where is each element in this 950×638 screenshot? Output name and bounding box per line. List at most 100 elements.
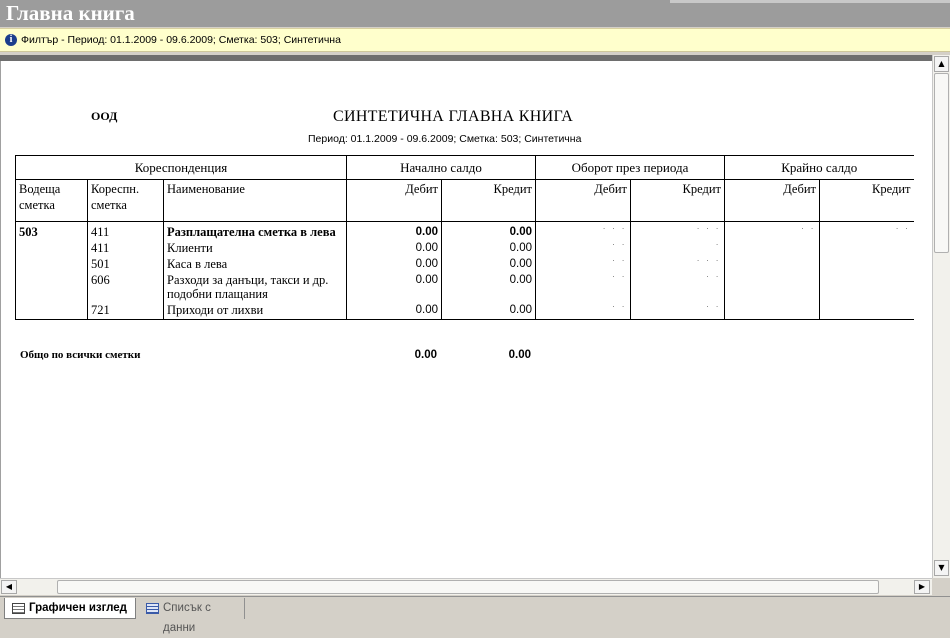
redacted-value: ˙ ˙ (612, 275, 627, 285)
report-title: СИНТЕТИЧНА ГЛАВНА КНИГА (333, 108, 574, 125)
lead-account-cell: 503 (15, 221, 88, 240)
redacted-value: ˙ ˙ (706, 275, 721, 285)
opening-credit-cell: 0.00 (441, 256, 536, 272)
turnover-credit-cell: ˙ ˙ (630, 302, 725, 320)
redacted-value: ˙ ˙ (612, 259, 627, 269)
closing-credit-cell (819, 302, 914, 320)
report-subtitle: Период: 01.1.2009 - 09.6.2009; Сметка: 5… (308, 133, 582, 145)
col-turnover-debit: Дебит (535, 179, 631, 222)
col-lead-account: Водеща сметка (15, 179, 88, 222)
lead-account-cell (15, 256, 88, 272)
vertical-scrollbar[interactable]: ▲ ▼ (932, 55, 950, 578)
closing-debit-cell: ˙ ˙ (724, 221, 820, 240)
lead-account-cell (15, 240, 88, 256)
company-name: ООД (91, 109, 118, 123)
closing-debit-cell (724, 240, 820, 256)
account-name-cell: Разходи за данъци, такси и др. подобни п… (163, 272, 347, 302)
title-bar: Главна книга (0, 0, 950, 27)
redacted-value: ˙ ˙ (896, 227, 911, 237)
grid-list-icon (146, 603, 159, 614)
redacted-value: ˙ ˙ ˙ (697, 227, 721, 237)
header-turnover: Оборот през периода (535, 155, 725, 180)
ledger-table: Кореспонденция Начално салдо Оборот през… (15, 155, 914, 320)
turnover-credit-cell: ˙ ˙ ˙ (630, 221, 725, 240)
closing-debit-cell (724, 256, 820, 272)
redacted-value: ˙ ˙ (612, 305, 627, 315)
corr-account-cell: 721 (87, 302, 164, 320)
header-opening-balance: Начално салдо (346, 155, 536, 180)
col-opening-credit: Кредит (441, 179, 536, 222)
total-opening-credit: 0.00 (508, 349, 531, 361)
account-name-cell: Разплащателна сметка в лева (163, 221, 347, 240)
opening-debit-cell: 0.00 (346, 240, 442, 256)
col-corr-account: Кореспн. сметка (87, 179, 164, 222)
corr-account-cell: 606 (87, 272, 164, 302)
tab-graphic-view[interactable]: Графичен изглед (4, 598, 136, 619)
turnover-credit-cell: ˙ ˙ (630, 272, 725, 302)
total-label: Общо по всички сметки (20, 349, 141, 361)
report-view-icon (12, 603, 25, 614)
view-tab-bar: Графичен изглед Списък с данни (0, 596, 950, 634)
tab-label: Графичен изглед (29, 602, 127, 614)
scrollbar-corner (932, 578, 950, 595)
table-row: 721 Приходи от лихви 0.00 0.00 ˙ ˙ ˙ ˙ (15, 302, 914, 320)
col-opening-debit: Дебит (346, 179, 442, 222)
corr-account-cell: 411 (87, 240, 164, 256)
redacted-value: ˙ (716, 243, 721, 253)
lead-account-cell (15, 272, 88, 302)
col-name: Наименование (163, 179, 347, 222)
horizontal-scroll-thumb[interactable] (57, 580, 879, 594)
closing-credit-cell (819, 240, 914, 256)
table-row: 411 Клиенти 0.00 0.00 ˙ ˙ ˙ (15, 240, 914, 256)
closing-debit-cell (724, 272, 820, 302)
filter-text: Филтър - Период: 01.1.2009 - 09.6.2009; … (21, 34, 341, 46)
filter-bar: i Филтър - Период: 01.1.2009 - 09.6.2009… (0, 28, 950, 52)
opening-credit-cell: 0.00 (441, 272, 536, 302)
total-opening-debit: 0.00 (414, 349, 437, 361)
tab-data-list[interactable]: Списък с данни (139, 598, 245, 634)
redacted-value: ˙ ˙ (706, 305, 721, 315)
closing-debit-cell (724, 302, 820, 320)
header-closing-balance: Крайно салдо (724, 155, 914, 180)
corr-account-cell: 501 (87, 256, 164, 272)
turnover-credit-cell: ˙ ˙ ˙ (630, 256, 725, 272)
table-row: 606 Разходи за данъци, такси и др. подоб… (15, 272, 914, 302)
opening-credit-cell: 0.00 (441, 302, 536, 320)
closing-credit-cell (819, 256, 914, 272)
turnover-debit-cell: ˙ ˙ ˙ (535, 221, 631, 240)
col-closing-credit: Кредит (819, 179, 914, 222)
opening-credit-cell: 0.00 (441, 221, 536, 240)
opening-debit-cell: 0.00 (346, 302, 442, 320)
opening-credit-cell: 0.00 (441, 240, 536, 256)
opening-debit-cell: 0.00 (346, 256, 442, 272)
window-title: Главна книга (6, 1, 135, 25)
redacted-value: ˙ ˙ ˙ (697, 259, 721, 269)
lead-account-cell (15, 302, 88, 320)
turnover-debit-cell: ˙ ˙ (535, 240, 631, 256)
turnover-debit-cell: ˙ ˙ (535, 302, 631, 320)
closing-credit-cell (819, 272, 914, 302)
header-correspondence: Кореспонденция (15, 155, 347, 180)
scroll-right-arrow-icon[interactable]: ▶ (914, 580, 930, 594)
horizontal-scrollbar[interactable]: ◀ ▶ (0, 578, 932, 595)
corr-account-cell: 411 (87, 221, 164, 240)
col-closing-debit: Дебит (724, 179, 820, 222)
table-row: 501 Каса в лева 0.00 0.00 ˙ ˙ ˙ ˙ ˙ (15, 256, 914, 272)
vertical-scroll-thumb[interactable] (934, 73, 949, 253)
redacted-value: ˙ ˙ (612, 243, 627, 253)
opening-debit-cell: 0.00 (346, 272, 442, 302)
scroll-up-arrow-icon[interactable]: ▲ (934, 56, 949, 72)
col-turnover-credit: Кредит (630, 179, 725, 222)
account-name-cell: Каса в лева (163, 256, 347, 272)
turnover-debit-cell: ˙ ˙ (535, 256, 631, 272)
scroll-left-arrow-icon[interactable]: ◀ (1, 580, 17, 594)
closing-credit-cell: ˙ ˙ (819, 221, 914, 240)
redacted-value: ˙ ˙ ˙ (603, 227, 627, 237)
redacted-value: ˙ ˙ (801, 227, 816, 237)
total-row: Общо по всички сметки 0.00 0.00 (15, 349, 913, 365)
scroll-down-arrow-icon[interactable]: ▼ (934, 560, 949, 576)
report-viewport[interactable]: ООД СИНТЕТИЧНА ГЛАВНА КНИГА Период: 01.1… (0, 61, 932, 578)
account-name-cell: Приходи от лихви (163, 302, 347, 320)
tab-label: Списък с данни (163, 602, 211, 634)
turnover-credit-cell: ˙ (630, 240, 725, 256)
